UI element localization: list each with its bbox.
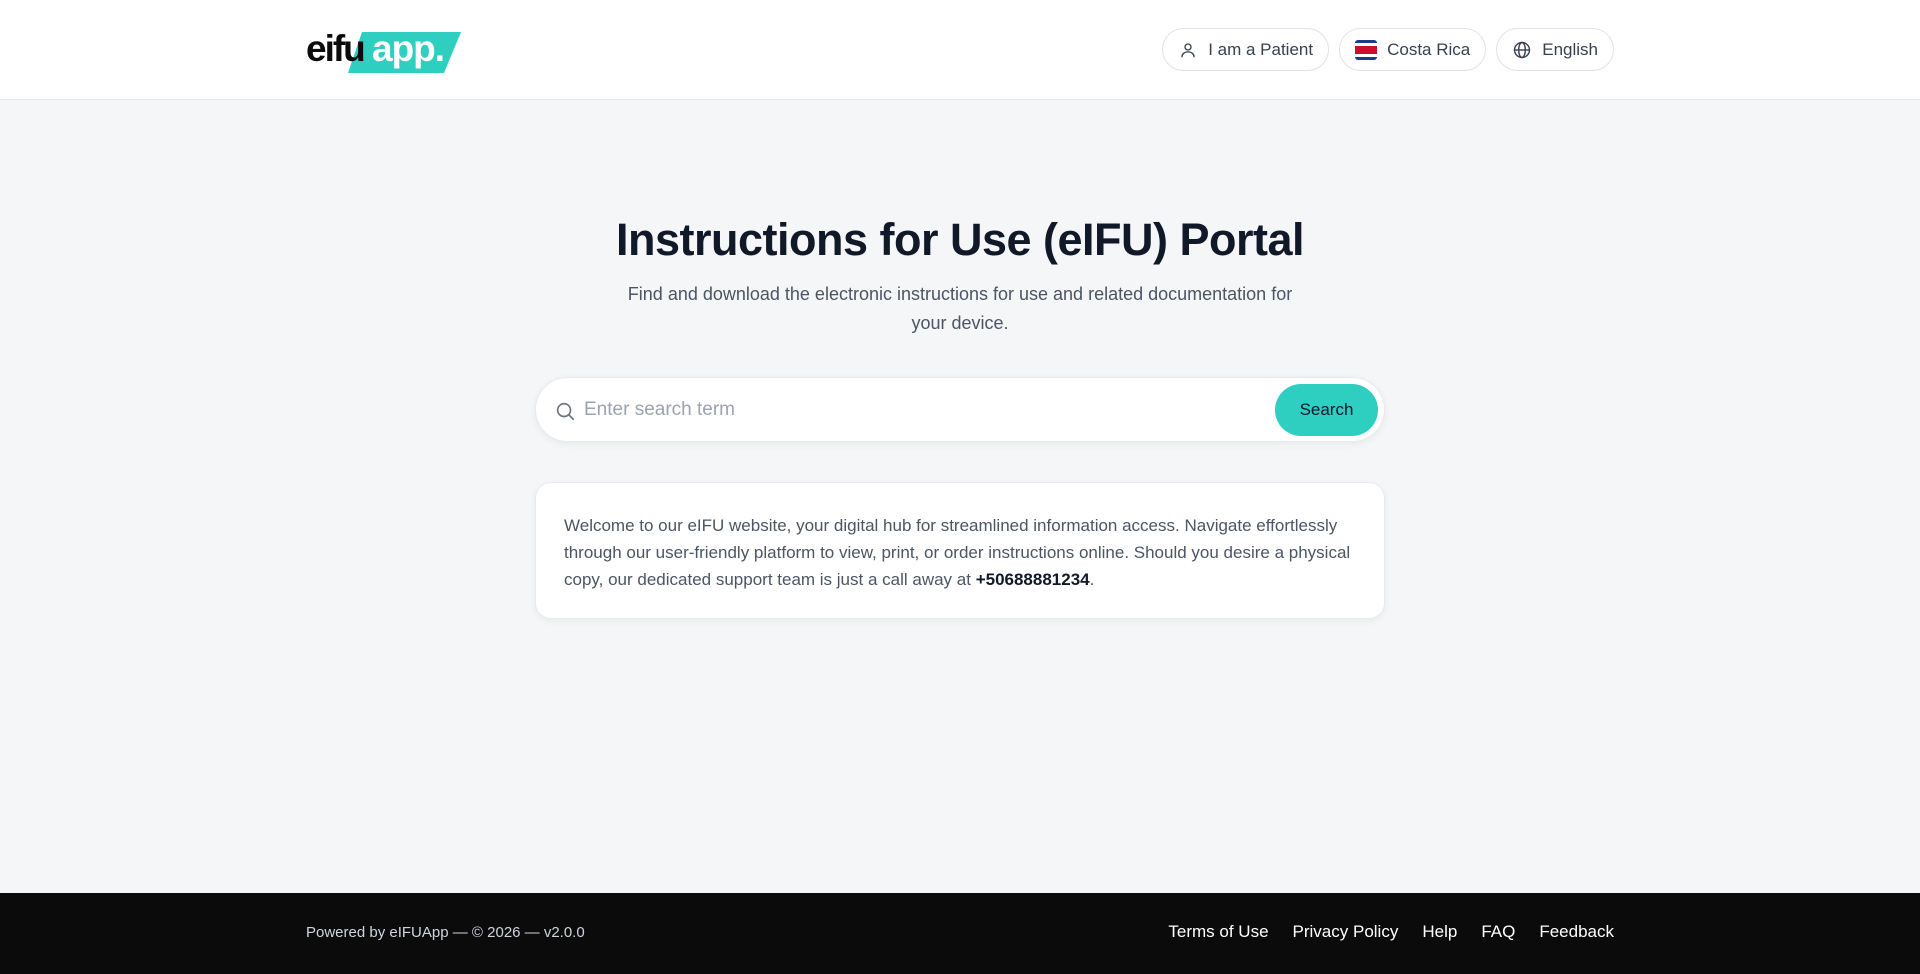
language-label: English xyxy=(1542,39,1598,59)
globe-icon xyxy=(1512,40,1532,60)
country-selector[interactable]: Costa Rica xyxy=(1339,28,1487,71)
footer-link-faq[interactable]: FAQ xyxy=(1481,922,1515,942)
search-bar: Search xyxy=(535,377,1385,442)
main-content: Instructions for Use (eIFU) Portal Find … xyxy=(0,100,1920,893)
language-selector[interactable]: English xyxy=(1496,28,1614,71)
footer-link-feedback[interactable]: Feedback xyxy=(1539,922,1614,942)
user-icon xyxy=(1178,40,1198,60)
welcome-text-end: . xyxy=(1089,570,1095,589)
country-label: Costa Rica xyxy=(1387,39,1471,59)
footer-link-terms[interactable]: Terms of Use xyxy=(1168,922,1268,942)
svg-text:app.: app. xyxy=(372,28,444,69)
site-header: eifu app. I am a Patient Costa Rica Engl… xyxy=(0,0,1920,100)
page-subtitle: Find and download the electronic instruc… xyxy=(627,284,1293,333)
welcome-text: Welcome to our eIFU website, your digita… xyxy=(564,516,1351,589)
support-phone-number: +50688881234 xyxy=(975,570,1090,589)
search-button[interactable]: Search xyxy=(1275,384,1378,436)
patient-label: I am a Patient xyxy=(1208,39,1314,59)
header-nav: I am a Patient Costa Rica English xyxy=(1162,28,1614,71)
footer-link-help[interactable]: Help xyxy=(1422,922,1457,942)
patient-button[interactable]: I am a Patient xyxy=(1162,28,1330,71)
powered-by-text: Powered by eIFUApp — © 2026 — v2.0.0 xyxy=(306,924,585,941)
search-input[interactable] xyxy=(584,390,1284,430)
welcome-card: Welcome to our eIFU website, your digita… xyxy=(535,482,1385,619)
svg-text:eifu: eifu xyxy=(306,28,364,69)
costa-rica-flag-icon xyxy=(1355,39,1378,60)
footer-links: Terms of Use Privacy Policy Help FAQ Fee… xyxy=(1168,922,1614,942)
footer-link-privacy[interactable]: Privacy Policy xyxy=(1293,922,1399,942)
eifuapp-logo[interactable]: eifu app. xyxy=(304,14,464,86)
page-title: Instructions for Use (eIFU) Portal xyxy=(615,214,1305,265)
site-footer: Powered by eIFUApp — © 2026 — v2.0.0 Ter… xyxy=(0,893,1920,974)
search-icon xyxy=(554,400,576,422)
